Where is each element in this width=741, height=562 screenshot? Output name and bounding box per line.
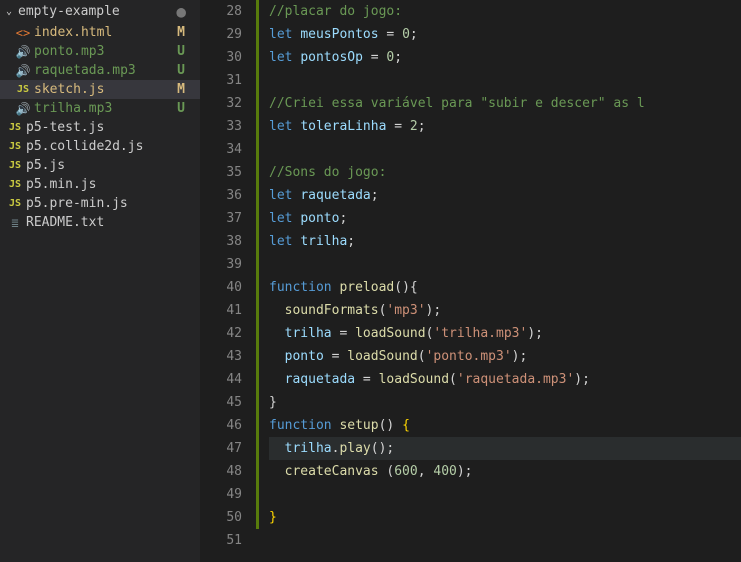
file-item[interactable]: JSp5.pre-min.js bbox=[0, 194, 200, 213]
file-type-icon: JS bbox=[6, 160, 24, 171]
file-item[interactable]: <>index.htmlM bbox=[0, 23, 200, 42]
folder-name: empty-example bbox=[18, 4, 176, 19]
file-explorer: ⌄ empty-example ● <>index.htmlM🔊ponto.mp… bbox=[0, 0, 200, 562]
line-number-gutter: 2829303132333435363738394041424344454647… bbox=[200, 0, 256, 562]
code-line[interactable]: //Criei essa variável para "subir e desc… bbox=[269, 92, 741, 115]
file-name-label: p5-test.js bbox=[24, 120, 174, 135]
line-number: 29 bbox=[200, 23, 242, 46]
line-number: 51 bbox=[200, 529, 242, 552]
line-number: 40 bbox=[200, 276, 242, 299]
code-line[interactable]: let toleraLinha = 2; bbox=[269, 115, 741, 138]
file-name-label: p5.min.js bbox=[24, 177, 174, 192]
file-type-icon: JS bbox=[6, 141, 24, 152]
code-line[interactable]: } bbox=[269, 506, 741, 529]
line-number: 33 bbox=[200, 115, 242, 138]
file-item[interactable]: ≣README.txt bbox=[0, 213, 200, 232]
git-status-badge: U bbox=[174, 44, 194, 59]
nested-file-list: <>index.htmlM🔊ponto.mp3U🔊raquetada.mp3UJ… bbox=[0, 23, 200, 118]
root-file-list: JSp5-test.jsJSp5.collide2d.jsJSp5.jsJSp5… bbox=[0, 118, 200, 232]
line-number: 46 bbox=[200, 414, 242, 437]
code-line[interactable]: raquetada = loadSound('raquetada.mp3'); bbox=[269, 368, 741, 391]
code-line[interactable]: //placar do jogo: bbox=[269, 0, 741, 23]
line-number: 39 bbox=[200, 253, 242, 276]
file-type-icon: JS bbox=[6, 179, 24, 190]
git-change-marker bbox=[256, 0, 259, 529]
file-item[interactable]: 🔊raquetada.mp3U bbox=[0, 61, 200, 80]
code-line[interactable]: let ponto; bbox=[269, 207, 741, 230]
file-item[interactable]: JSsketch.jsM bbox=[0, 80, 200, 99]
file-name-label: p5.collide2d.js bbox=[24, 139, 174, 154]
file-type-icon: 🔊 bbox=[14, 102, 32, 116]
file-type-icon: 🔊 bbox=[14, 64, 32, 78]
line-number: 35 bbox=[200, 161, 242, 184]
code-line[interactable] bbox=[269, 138, 741, 161]
app-root: ⌄ empty-example ● <>index.htmlM🔊ponto.mp… bbox=[0, 0, 741, 562]
line-number: 38 bbox=[200, 230, 242, 253]
file-name-label: ponto.mp3 bbox=[32, 44, 174, 59]
git-status-badge: M bbox=[174, 25, 194, 40]
git-status-badge: U bbox=[174, 63, 194, 78]
code-line[interactable]: //Sons do jogo: bbox=[269, 161, 741, 184]
code-line[interactable]: } bbox=[269, 391, 741, 414]
file-item[interactable]: JSp5.collide2d.js bbox=[0, 137, 200, 156]
file-type-icon: JS bbox=[6, 122, 24, 133]
code-line[interactable]: function preload(){ bbox=[269, 276, 741, 299]
line-number: 41 bbox=[200, 299, 242, 322]
code-line[interactable]: soundFormats('mp3'); bbox=[269, 299, 741, 322]
file-name-label: p5.pre-min.js bbox=[24, 196, 174, 211]
file-name-label: README.txt bbox=[24, 215, 174, 230]
line-number: 43 bbox=[200, 345, 242, 368]
file-item[interactable]: JSp5-test.js bbox=[0, 118, 200, 137]
file-type-icon: JS bbox=[6, 198, 24, 209]
code-line[interactable]: trilha.play(); bbox=[269, 437, 741, 460]
line-number: 50 bbox=[200, 506, 242, 529]
git-gutter bbox=[256, 0, 257, 562]
code-line[interactable] bbox=[269, 69, 741, 92]
code-line[interactable] bbox=[269, 529, 741, 552]
code-line[interactable]: createCanvas (600, 400); bbox=[269, 460, 741, 483]
line-number: 42 bbox=[200, 322, 242, 345]
file-type-icon: JS bbox=[14, 84, 32, 95]
line-number: 36 bbox=[200, 184, 242, 207]
line-number: 48 bbox=[200, 460, 242, 483]
code-line[interactable]: let pontosOp = 0; bbox=[269, 46, 741, 69]
code-line[interactable] bbox=[269, 253, 741, 276]
line-number: 28 bbox=[200, 0, 242, 23]
line-number: 49 bbox=[200, 483, 242, 506]
file-type-icon: ≣ bbox=[6, 216, 24, 230]
file-type-icon: 🔊 bbox=[14, 45, 32, 59]
file-item[interactable]: JSp5.min.js bbox=[0, 175, 200, 194]
line-number: 44 bbox=[200, 368, 242, 391]
file-item[interactable]: 🔊trilha.mp3U bbox=[0, 99, 200, 118]
file-name-label: raquetada.mp3 bbox=[32, 63, 174, 78]
code-line[interactable] bbox=[269, 483, 741, 506]
file-name-label: p5.js bbox=[24, 158, 174, 173]
line-number: 34 bbox=[200, 138, 242, 161]
line-number: 32 bbox=[200, 92, 242, 115]
folder-header[interactable]: ⌄ empty-example ● bbox=[0, 0, 200, 23]
git-status-badge: U bbox=[174, 101, 194, 116]
file-type-icon: <> bbox=[14, 26, 32, 40]
code-line[interactable]: trilha = loadSound('trilha.mp3'); bbox=[269, 322, 741, 345]
line-number: 31 bbox=[200, 69, 242, 92]
file-name-label: trilha.mp3 bbox=[32, 101, 174, 116]
line-number: 30 bbox=[200, 46, 242, 69]
chevron-down-icon: ⌄ bbox=[6, 6, 18, 17]
code-line[interactable]: function setup() { bbox=[269, 414, 741, 437]
line-number: 47 bbox=[200, 437, 242, 460]
code-line[interactable]: let meusPontos = 0; bbox=[269, 23, 741, 46]
git-status-badge: M bbox=[174, 82, 194, 97]
code-line[interactable]: ponto = loadSound('ponto.mp3'); bbox=[269, 345, 741, 368]
code-line[interactable]: let trilha; bbox=[269, 230, 741, 253]
file-name-label: sketch.js bbox=[32, 82, 174, 97]
line-number: 45 bbox=[200, 391, 242, 414]
unsaved-indicator-icon: ● bbox=[176, 2, 194, 21]
code-area[interactable]: //placar do jogo:let meusPontos = 0;let … bbox=[257, 0, 741, 562]
line-number: 37 bbox=[200, 207, 242, 230]
file-item[interactable]: JSp5.js bbox=[0, 156, 200, 175]
file-item[interactable]: 🔊ponto.mp3U bbox=[0, 42, 200, 61]
code-editor[interactable]: 2829303132333435363738394041424344454647… bbox=[200, 0, 741, 562]
file-name-label: index.html bbox=[32, 25, 174, 40]
code-line[interactable]: let raquetada; bbox=[269, 184, 741, 207]
